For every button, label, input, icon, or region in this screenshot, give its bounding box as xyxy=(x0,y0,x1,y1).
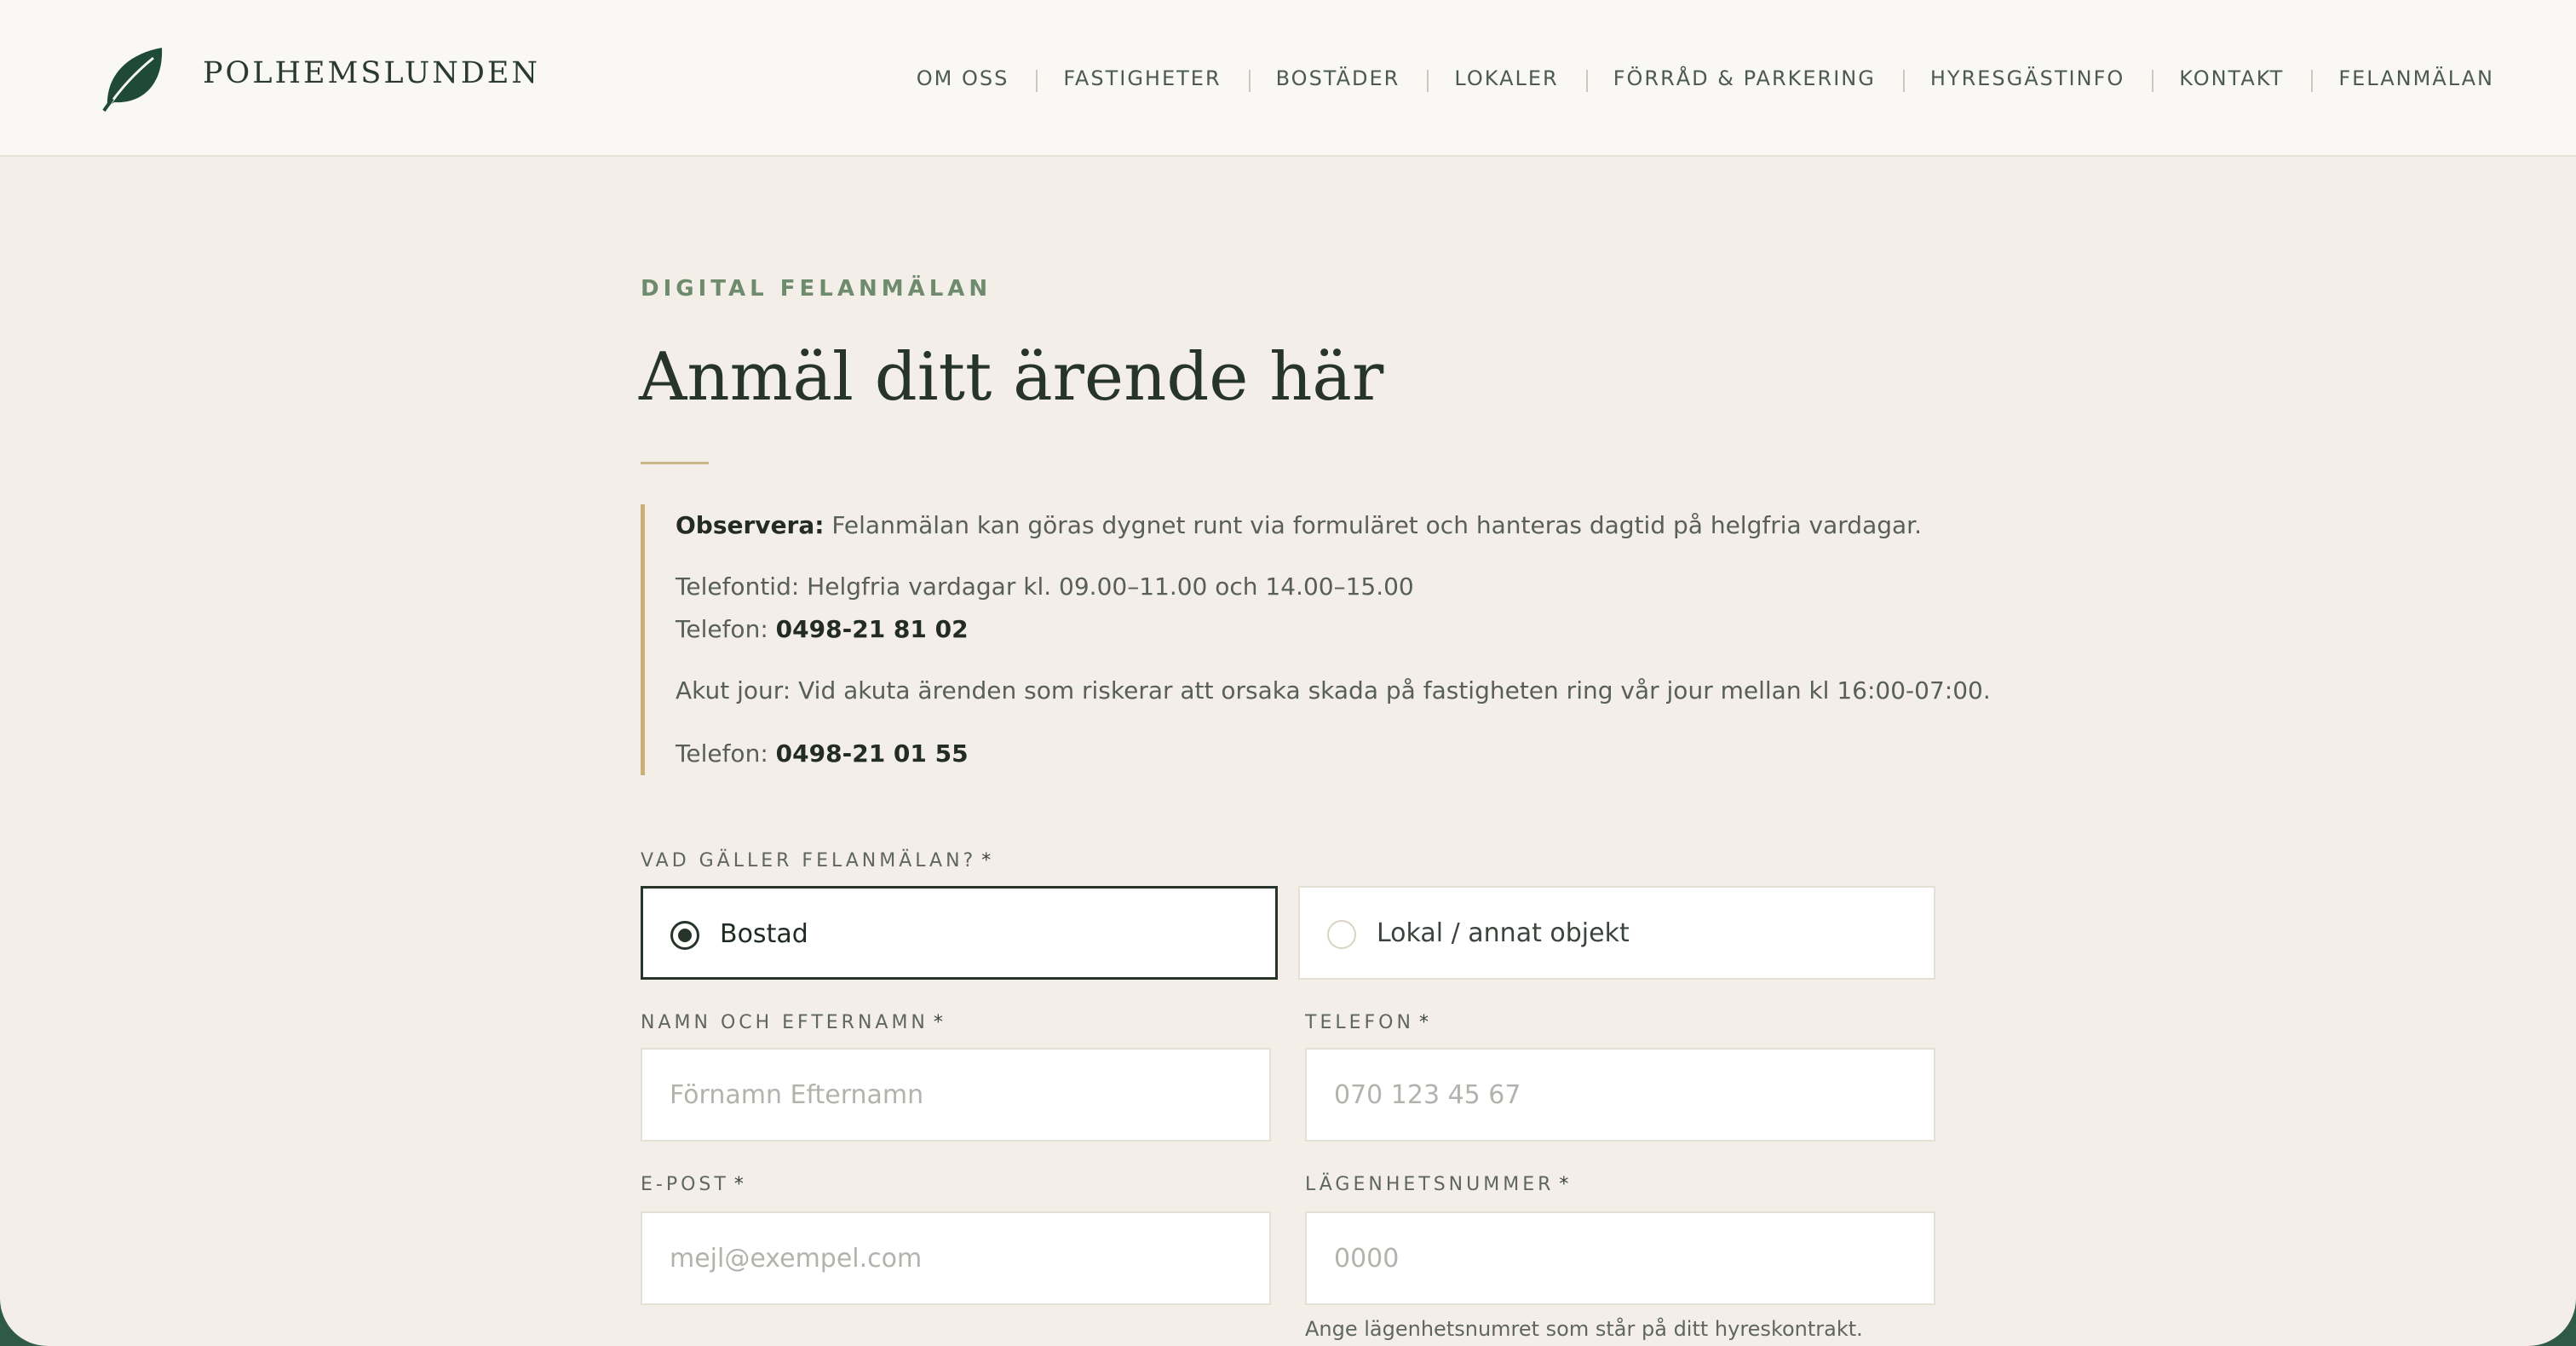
nav-item-kontakt[interactable]: KONTAKT xyxy=(2152,66,2311,92)
site-header: POLHEMSLUNDEN OM OSS FASTIGHETER BOSTÄDE… xyxy=(0,0,2576,157)
nav-item-felanmalan[interactable]: FELANMÄLAN xyxy=(2311,66,2494,92)
radio-option-lokal[interactable]: Lokal / annat objekt xyxy=(1298,886,1935,980)
nav-item-forrad-parkering[interactable]: FÖRRÅD & PARKERING xyxy=(1585,66,1903,92)
nav-item-bostader[interactable]: BOSTÄDER xyxy=(1248,66,1428,92)
phone-input[interactable] xyxy=(1305,1048,1935,1142)
report-type-label: VAD GÄLLER FELANMÄLAN? * xyxy=(641,850,994,871)
required-mark: * xyxy=(981,850,995,871)
brand-name[interactable]: POLHEMSLUNDEN xyxy=(203,56,540,90)
leaf-icon[interactable] xyxy=(101,44,167,112)
page-title: Anmäl ditt ärende här xyxy=(639,339,1384,416)
title-divider xyxy=(641,462,709,464)
radio-label-lokal: Lokal / annat objekt xyxy=(1377,918,1630,948)
name-input[interactable] xyxy=(641,1048,1271,1142)
nav-item-om-oss[interactable]: OM OSS xyxy=(889,66,1037,90)
notice-emergency-phone-number: 0498-21 01 55 xyxy=(775,739,969,768)
nav-item-fastigheter[interactable]: FASTIGHETER xyxy=(1036,66,1248,92)
notice-phone-label: Telefon: xyxy=(676,615,776,643)
notice-emergency-phone-label: Telefon: xyxy=(676,739,776,768)
notice-phone-number: 0498-21 81 02 xyxy=(775,615,969,643)
radio-button-selected[interactable] xyxy=(670,921,699,950)
name-label-text: NAMN OCH EFTERNAMN xyxy=(641,1012,929,1033)
apartment-label: LÄGENHETSNUMMER * xyxy=(1305,1174,1572,1195)
notice-observe-text: Felanmälan kan göras dygnet runt via for… xyxy=(824,511,1923,539)
nav-item-hyresgastinfo[interactable]: HYRESGÄSTINFO xyxy=(1902,66,2152,92)
required-mark: * xyxy=(1418,1012,1432,1033)
radio-button[interactable] xyxy=(1327,920,1356,949)
notice-emergency: Akut jour: Vid akuta ärenden som riskera… xyxy=(676,676,1991,705)
info-notice: Observera: Felanmälan kan göras dygnet r… xyxy=(641,504,1991,775)
phone-label: TELEFON * xyxy=(1305,1012,1432,1033)
required-mark: * xyxy=(733,1174,747,1195)
browser-window: POLHEMSLUNDEN OM OSS FASTIGHETER BOSTÄDE… xyxy=(0,0,2576,1346)
email-input[interactable] xyxy=(641,1211,1271,1305)
name-label: NAMN OCH EFTERNAMN * xyxy=(641,1012,946,1033)
required-mark: * xyxy=(1559,1174,1573,1195)
email-label: E-POST * xyxy=(641,1174,747,1195)
phone-label-text: TELEFON xyxy=(1305,1012,1414,1033)
radio-option-bostad[interactable]: Bostad xyxy=(641,886,1278,980)
notice-observe: Observera: Felanmälan kan göras dygnet r… xyxy=(676,511,1922,539)
report-type-label-text: VAD GÄLLER FELANMÄLAN? xyxy=(641,850,977,871)
notice-phone: Telefon: 0498-21 81 02 xyxy=(676,615,969,643)
apartment-hint: Ange lägenhetsnumret som står på ditt hy… xyxy=(1305,1317,1863,1341)
notice-observe-label: Observera: xyxy=(676,511,825,539)
page-eyebrow: DIGITAL FELANMÄLAN xyxy=(641,276,992,302)
notice-emergency-phone: Telefon: 0498-21 01 55 xyxy=(676,739,969,768)
email-label-text: E-POST xyxy=(641,1174,729,1195)
apartment-number-input[interactable] xyxy=(1305,1211,1935,1305)
nav-item-lokaler[interactable]: LOKALER xyxy=(1427,66,1585,92)
apartment-label-text: LÄGENHETSNUMMER xyxy=(1305,1174,1555,1195)
notice-phone-hours: Telefontid: Helgfria vardagar kl. 09.00–… xyxy=(676,572,1414,601)
main-nav: OM OSS FASTIGHETER BOSTÄDER LOKALER FÖRR… xyxy=(889,63,2494,94)
radio-label-bostad: Bostad xyxy=(720,919,808,949)
required-mark: * xyxy=(933,1012,946,1033)
